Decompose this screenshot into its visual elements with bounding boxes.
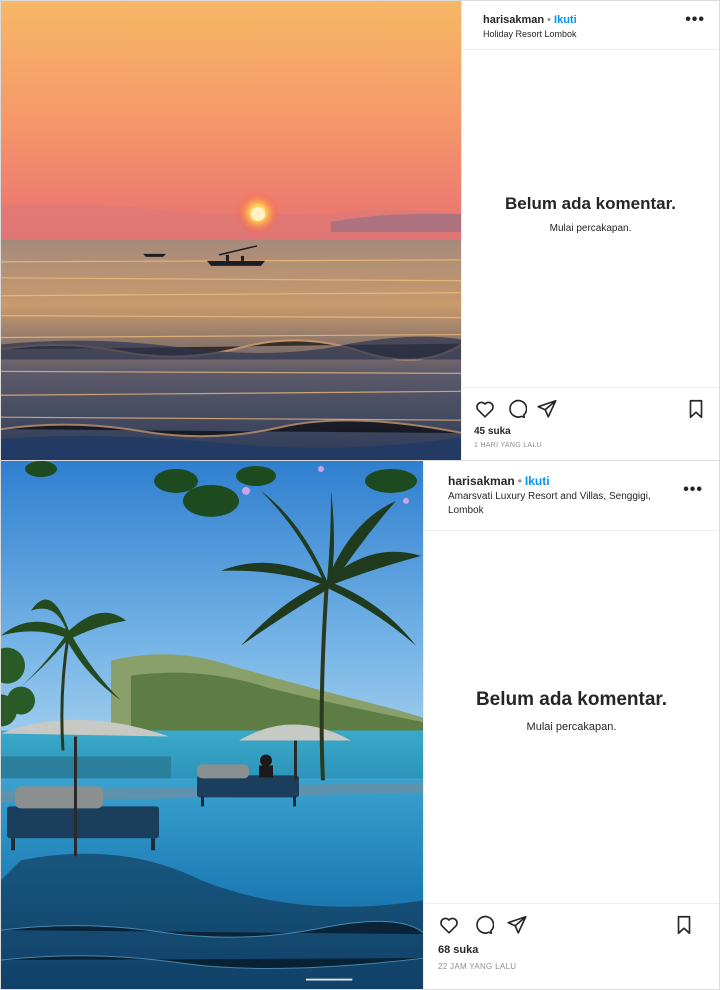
- like-count[interactable]: 68 suka: [438, 944, 707, 956]
- follow-button[interactable]: Ikuti: [525, 474, 550, 488]
- pool-image: [1, 461, 425, 989]
- post-photo-pool[interactable]: ▔▔▔▔▔: [1, 461, 425, 989]
- post-card-sunset: harisakman • Ikuti Holiday Resort Lombok •…: [0, 0, 720, 461]
- bookmark-icon[interactable]: [685, 398, 707, 420]
- post-actions: 68 suka 22 JAM YANG LALU: [424, 903, 719, 989]
- photo-watermark: ▔▔▔▔▔: [306, 979, 353, 989]
- post-header: harisakman • Ikuti Holiday Resort Lombok •…: [462, 1, 719, 50]
- location-link[interactable]: Amarsvati Luxury Resort and Villas, Seng…: [448, 490, 668, 518]
- action-icons: [438, 914, 707, 936]
- separator-dot: •: [517, 474, 522, 488]
- username-link[interactable]: harisakman: [483, 14, 544, 26]
- empty-comments: Belum ada komentar. Mulai percakapan.: [424, 689, 719, 733]
- heart-icon[interactable]: [474, 398, 496, 420]
- user-line: harisakman • Ikuti: [448, 474, 707, 488]
- action-icons: [474, 398, 707, 420]
- more-options-icon[interactable]: •••: [683, 482, 703, 498]
- follow-button[interactable]: Ikuti: [554, 14, 577, 26]
- more-options-icon[interactable]: •••: [685, 12, 705, 28]
- post-sidebar: harisakman • Ikuti Amarsvati Luxury Resort…: [423, 461, 719, 989]
- heart-icon[interactable]: [438, 914, 460, 936]
- post-sidebar: harisakman • Ikuti Holiday Resort Lombok •…: [461, 1, 719, 460]
- sunset-image: [1, 1, 463, 460]
- bookmark-icon[interactable]: [673, 914, 695, 936]
- paper-plane-icon[interactable]: [536, 398, 558, 420]
- comment-icon[interactable]: [472, 914, 494, 936]
- post-photo-sunset[interactable]: [1, 1, 463, 460]
- user-line: harisakman • Ikuti: [483, 13, 707, 27]
- empty-comments-title: Belum ada komentar.: [475, 689, 668, 710]
- empty-comments-subtitle: Mulai percakapan.: [549, 223, 632, 234]
- paper-plane-icon[interactable]: [506, 914, 528, 936]
- post-timestamp[interactable]: 1 HARI YANG LALU: [474, 442, 707, 449]
- username-link[interactable]: harisakman: [448, 474, 515, 488]
- empty-comments-title: Belum ada komentar.: [504, 194, 676, 213]
- location-link[interactable]: Holiday Resort Lombok: [483, 28, 707, 40]
- post-card-pool: ▔▔▔▔▔ harisakman • Ikuti Amarsvati Luxury …: [0, 461, 720, 990]
- separator-dot: •: [547, 14, 552, 26]
- like-count[interactable]: 45 suka: [474, 426, 707, 437]
- empty-comments-subtitle: Mulai percakapan.: [526, 721, 617, 733]
- post-actions: 45 suka 1 HARI YANG LALU: [462, 387, 719, 460]
- post-timestamp[interactable]: 22 JAM YANG LALU: [438, 962, 707, 971]
- empty-comments: Belum ada komentar. Mulai percakapan.: [462, 194, 719, 234]
- comment-icon[interactable]: [505, 398, 527, 420]
- post-header: harisakman • Ikuti Amarsvati Luxury Resort…: [424, 461, 719, 531]
